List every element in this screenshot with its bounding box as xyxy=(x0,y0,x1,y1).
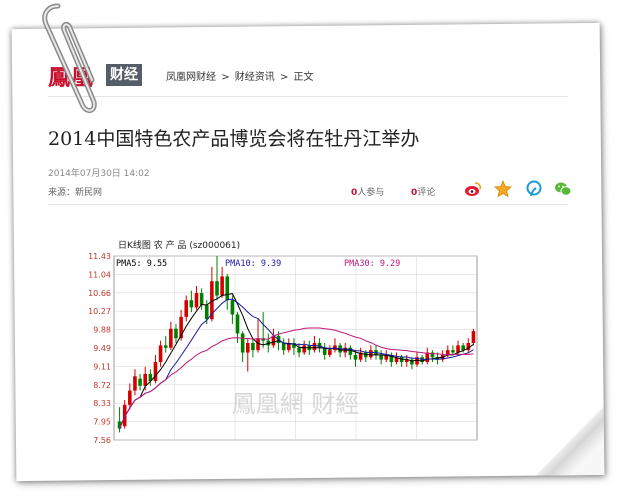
candle-body xyxy=(369,350,373,358)
article-date: 2014年07月30日 14:02 xyxy=(48,169,150,179)
star-icon[interactable] xyxy=(494,180,512,198)
candle-body xyxy=(230,300,235,315)
breadcrumb-item-finance-news[interactable]: 财经资讯 xyxy=(235,72,275,83)
participants-label: 人参与 xyxy=(357,188,385,198)
candle-body xyxy=(184,300,189,317)
breadcrumb-item-ifeng-finance[interactable]: 凤凰网财经 xyxy=(166,72,216,83)
candle-body xyxy=(215,281,219,296)
candle-body xyxy=(194,293,199,308)
y-tick-label: 7.95 xyxy=(93,418,111,427)
legend-label: PMA10: 9.39 xyxy=(225,259,281,269)
candle-body xyxy=(379,354,383,360)
y-tick-label: 8.72 xyxy=(93,381,111,390)
candle-body xyxy=(328,350,332,355)
candle-body xyxy=(425,352,430,363)
legend-label: PMA5: 9.55 xyxy=(116,259,167,269)
candle-body xyxy=(143,373,148,386)
breadcrumb-separator: > xyxy=(279,72,289,83)
wechat-icon[interactable] xyxy=(554,180,572,198)
candle-body xyxy=(281,343,286,351)
y-tick-label: 10.66 xyxy=(88,289,111,298)
candle-body xyxy=(133,376,137,391)
candle-body xyxy=(312,343,317,351)
candle-body xyxy=(163,345,168,348)
y-tick-label: 9.11 xyxy=(93,362,111,371)
candle-body xyxy=(353,354,358,360)
weibo-icon[interactable] xyxy=(464,180,482,198)
candle-body xyxy=(128,390,132,405)
comments-link[interactable]: 0评论 xyxy=(411,185,435,198)
candle-body xyxy=(471,331,476,344)
breadcrumb-item-article: 正文 xyxy=(293,72,314,83)
comments-label: 评论 xyxy=(417,188,436,198)
candle-body xyxy=(204,304,209,320)
article-source: 来源：新民网 xyxy=(48,188,103,198)
candle-body xyxy=(169,328,173,348)
breadcrumb: 凤凰网财经 > 财经资讯 > 正文 xyxy=(166,68,316,83)
kline-chart[interactable]: 11.43 11.04 10.66 10.27 9.88 9.49 9.11 8.72 8.33… xyxy=(82,250,502,450)
candle-body xyxy=(174,328,178,339)
finance-logo-box[interactable]: 财经 xyxy=(106,64,142,86)
candle-body xyxy=(138,378,142,386)
candle-body xyxy=(451,350,455,353)
candle-body xyxy=(220,276,224,296)
candle-body xyxy=(251,343,255,351)
candle-body xyxy=(297,347,301,353)
candle-body xyxy=(153,362,158,382)
y-tick-label: 7.56 xyxy=(93,436,111,445)
article-title: 2014中国特色农产品博览会将在牡丹江举办 xyxy=(48,128,420,150)
y-tick-label: 9.88 xyxy=(93,326,111,335)
y-tick-label: 8.33 xyxy=(93,399,111,408)
site-header: 鳳凰 财经 凤凰网财经 > 财经资讯 > 正文 xyxy=(48,56,568,97)
y-tick-label: 11.04 xyxy=(88,270,111,279)
y-tick-label: 10.27 xyxy=(88,307,111,316)
page-curl xyxy=(533,404,605,476)
watermark: 鳳凰網 财經 xyxy=(232,390,360,418)
meta-divider xyxy=(48,204,568,205)
candle-body xyxy=(240,333,245,353)
candle-body xyxy=(456,345,460,353)
legend-label: PMA30: 9.29 xyxy=(344,259,400,269)
breadcrumb-separator: > xyxy=(221,72,230,83)
candle-body xyxy=(302,345,306,353)
candle-body xyxy=(245,343,250,353)
y-tick-label: 11.43 xyxy=(88,252,111,261)
candle-body xyxy=(235,314,240,334)
candle-body xyxy=(225,276,230,301)
tencent-icon[interactable] xyxy=(525,180,543,198)
y-tick-label: 9.49 xyxy=(93,344,111,353)
candle-body xyxy=(158,345,163,363)
paperclip-icon xyxy=(42,3,97,113)
candle-body xyxy=(189,300,194,308)
candle-body xyxy=(461,345,465,351)
participants-link[interactable]: 0人参与 xyxy=(351,185,384,198)
candle-body xyxy=(199,293,204,305)
